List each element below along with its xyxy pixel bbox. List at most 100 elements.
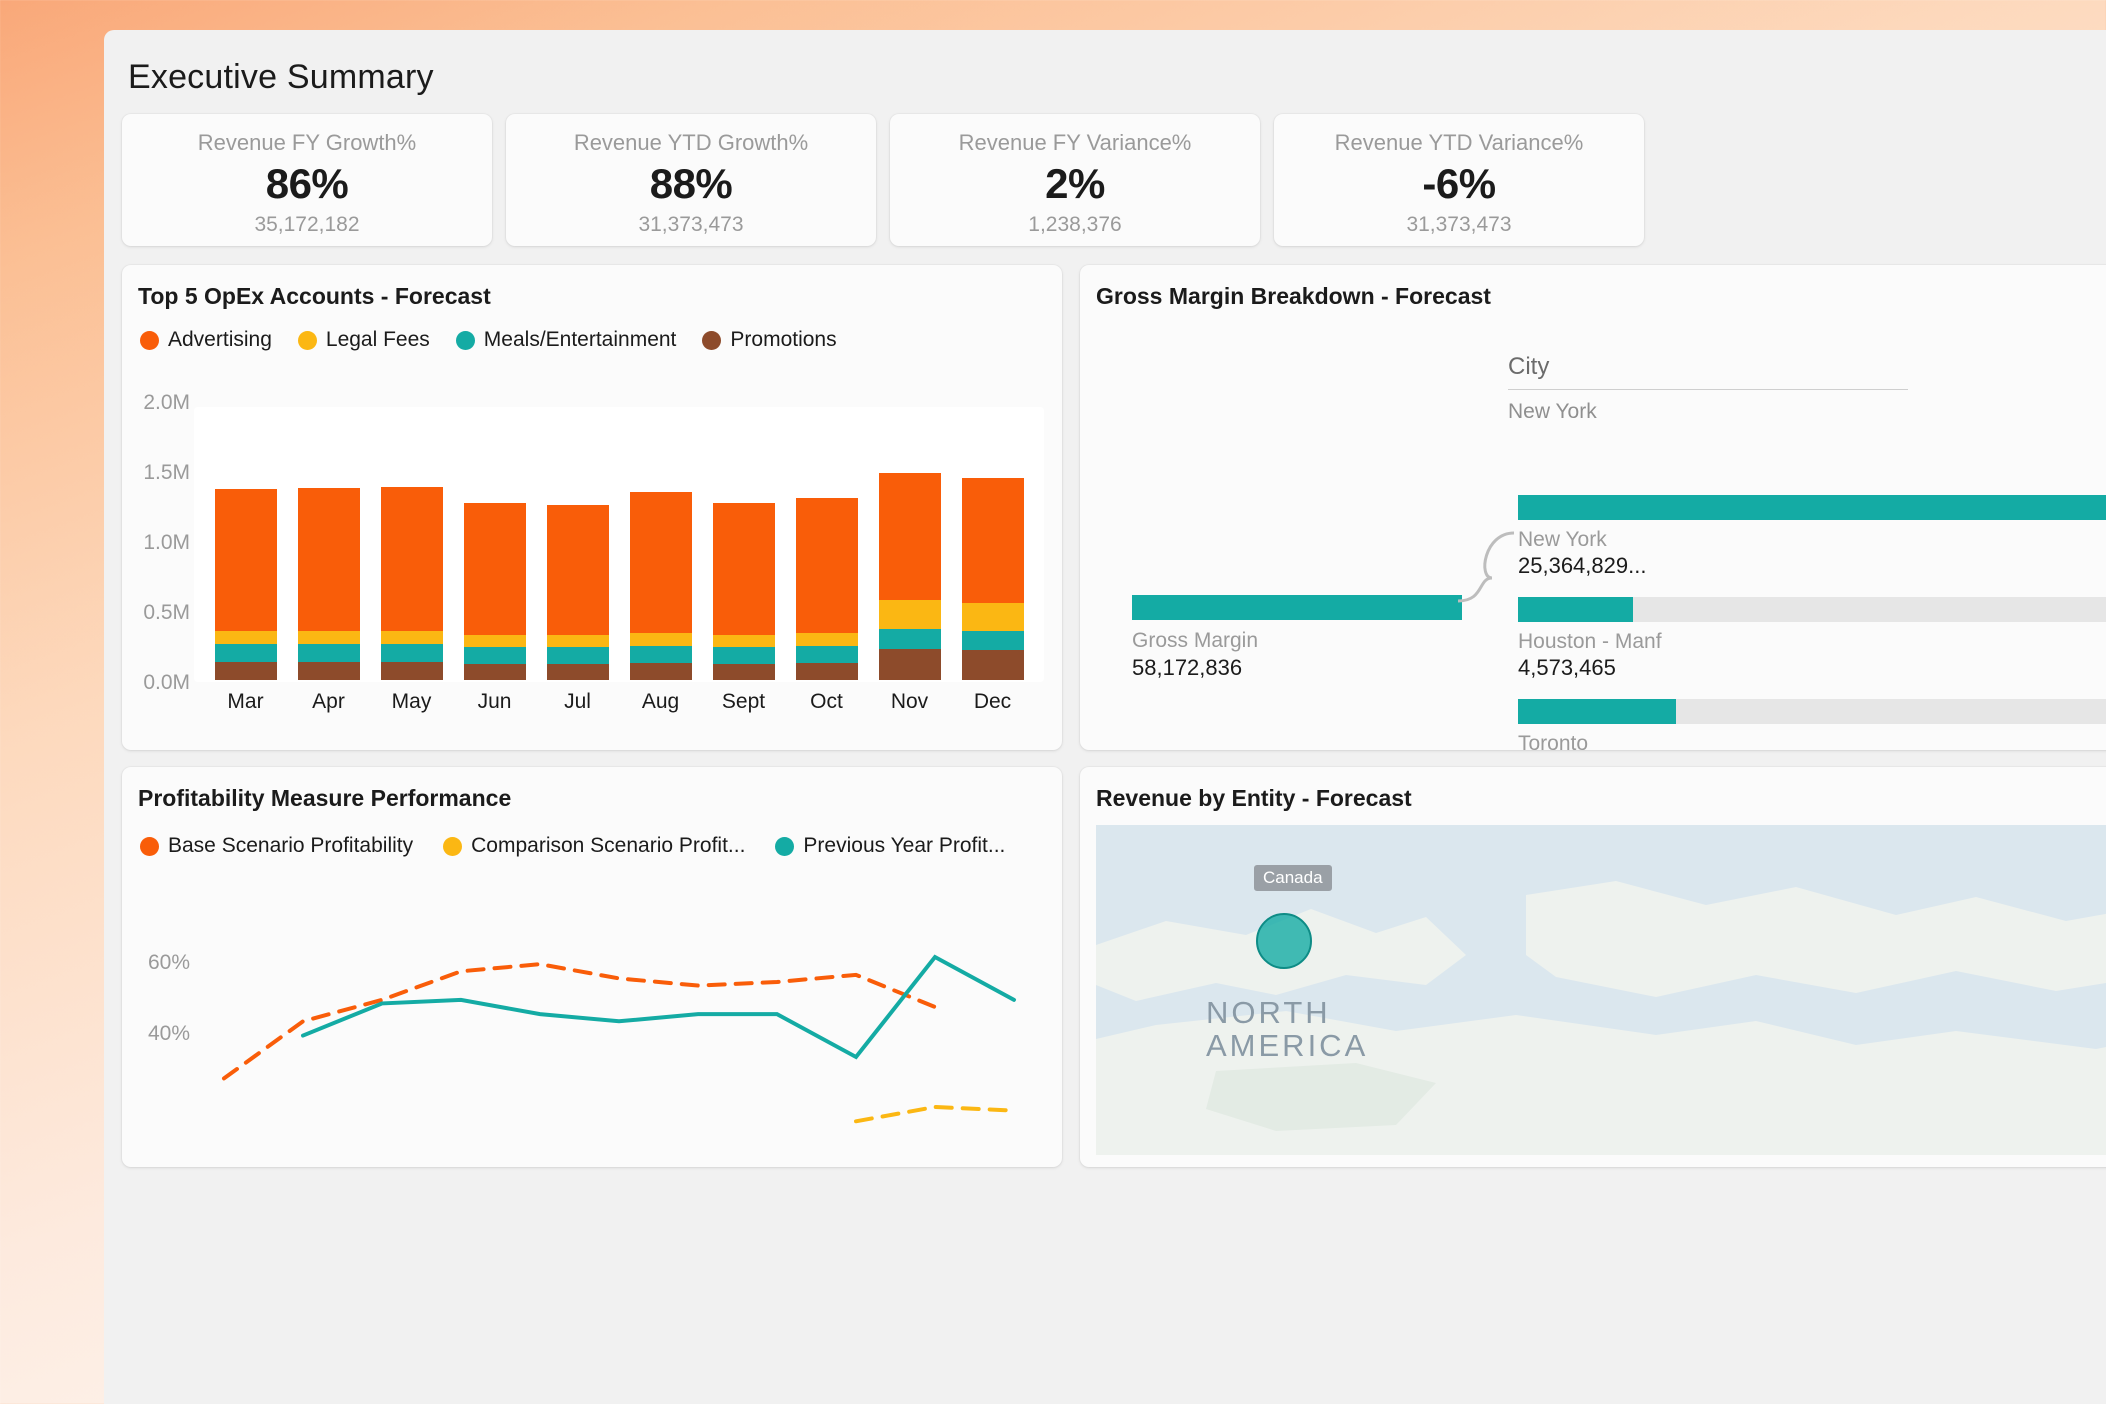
legend-item-promotions[interactable]: Promotions	[702, 328, 837, 352]
legend-label: Previous Year Profit...	[803, 834, 1006, 857]
bar-segment[interactable]	[546, 505, 609, 635]
bar-segment[interactable]	[463, 663, 526, 680]
bar-segment[interactable]	[463, 503, 526, 635]
profitability-series-line[interactable]	[301, 954, 1016, 1060]
panel-gross-margin-breakdown: Gross Margin Breakdown - Forecast City N…	[1080, 265, 2106, 750]
bar-segment[interactable]	[878, 629, 941, 649]
y-axis-tick: 2.0M	[143, 391, 190, 414]
bar-column[interactable]	[785, 410, 868, 680]
legend-swatch-icon	[702, 330, 722, 350]
bar-segment[interactable]	[795, 497, 858, 633]
bar-segment[interactable]	[380, 486, 443, 631]
legend-item-comparison-scenario-profitability[interactable]: Comparison Scenario Profit...	[443, 834, 745, 858]
gross-margin-row-fill	[1518, 495, 2106, 520]
bar-segment[interactable]	[961, 630, 1024, 650]
gross-margin-row[interactable]: New York 25,364,829...	[1518, 495, 2106, 579]
bar-segment[interactable]	[961, 603, 1024, 631]
legend-label: Base Scenario Profitability	[168, 834, 414, 857]
bar-segment[interactable]	[878, 473, 941, 601]
gross-margin-row[interactable]: Toronto6,276,273	[1518, 699, 2106, 750]
kpi-label: Revenue YTD Growth%	[573, 130, 809, 155]
legend-item-advertising[interactable]: Advertising	[140, 328, 272, 352]
bar-segment[interactable]	[629, 632, 692, 646]
legend-item-meals-entertainment[interactable]: Meals/Entertainment	[455, 328, 677, 352]
bar-segment[interactable]	[629, 492, 692, 633]
kpi-card-revenue-fy-growth[interactable]: Revenue FY Growth% 86% 35,172,182	[122, 114, 492, 246]
x-axis-tick: Apr	[312, 690, 345, 713]
bar-column[interactable]	[287, 410, 370, 680]
bar-segment[interactable]	[961, 649, 1024, 680]
kpi-label: Revenue YTD Variance%	[1334, 130, 1584, 155]
bar-segment[interactable]	[546, 663, 609, 680]
bar-stack	[961, 478, 1024, 680]
kpi-card-revenue-fy-variance[interactable]: Revenue FY Variance% 2% 1,238,376	[890, 114, 1260, 246]
map-continent-line1: NORTH	[1206, 995, 1331, 1030]
bar-segment[interactable]	[546, 646, 609, 664]
bar-segment[interactable]	[214, 662, 277, 680]
bar-column[interactable]	[619, 410, 702, 680]
bar-column[interactable]	[951, 410, 1034, 680]
bar-stack	[214, 489, 277, 680]
bar-segment[interactable]	[712, 503, 775, 635]
bar-segment[interactable]	[380, 662, 443, 680]
bar-column[interactable]	[702, 410, 785, 680]
gross-margin-row-name: New York	[1518, 528, 1607, 551]
gross-margin-total-label: Gross Margin	[1132, 629, 1259, 652]
legend-item-base-scenario-profitability[interactable]: Base Scenario Profitability	[140, 834, 413, 858]
legend-label: Meals/Entertainment	[483, 328, 677, 351]
legend-item-previous-year-profitability[interactable]: Previous Year Profit...	[775, 834, 1005, 858]
bar-stack	[463, 503, 526, 680]
bar-column[interactable]	[370, 410, 453, 680]
gross-margin-total[interactable]: Gross Margin 58,172,836	[1132, 595, 1462, 681]
legend-swatch-icon	[140, 330, 159, 350]
bar-segment[interactable]	[380, 644, 443, 663]
bar-segment[interactable]	[463, 634, 526, 647]
bar-stack	[380, 486, 443, 680]
bar-column[interactable]	[204, 410, 287, 680]
y-axis-tick: 1.5M	[143, 461, 190, 484]
page-title: Executive Summary	[128, 58, 434, 96]
bar-segment[interactable]	[297, 644, 360, 663]
bar-segment[interactable]	[214, 644, 277, 663]
bar-column[interactable]	[453, 410, 536, 680]
x-axis-tick: May	[391, 690, 432, 713]
bar-column[interactable]	[536, 410, 619, 680]
bar-segment[interactable]	[795, 663, 858, 680]
bar-stack	[795, 497, 858, 680]
legend-item-legal-fees[interactable]: Legal Fees	[297, 328, 430, 352]
bar-segment[interactable]	[961, 478, 1024, 604]
map-canvas[interactable]: Canada NORTH AMERICA	[1096, 825, 2106, 1155]
bar-segment[interactable]	[795, 632, 858, 646]
kpi-card-revenue-ytd-growth[interactable]: Revenue YTD Growth% 88% 31,373,473	[506, 114, 876, 246]
gross-margin-row-value: 25,364,829...	[1518, 553, 1647, 578]
bar-segment[interactable]	[214, 631, 277, 645]
panel-title: Gross Margin Breakdown - Forecast	[1096, 283, 1491, 309]
kpi-value: 88%	[649, 160, 733, 207]
bar-segment[interactable]	[629, 645, 692, 664]
bar-segment[interactable]	[712, 646, 775, 664]
bar-segment[interactable]	[629, 663, 692, 680]
bar-segment[interactable]	[546, 634, 609, 647]
bar-segment[interactable]	[297, 662, 360, 680]
bar-segment[interactable]	[297, 630, 360, 645]
legend-swatch-icon	[443, 836, 463, 856]
gross-margin-row-fill	[1518, 699, 1677, 724]
kpi-card-revenue-ytd-variance[interactable]: Revenue YTD Variance% -6% 31,373,473	[1274, 114, 1644, 246]
opex-x-axis: Mar Apr May Jun Jul Aug Sept Oct Nov Dec	[204, 690, 1034, 714]
profitability-series-line[interactable]	[222, 962, 937, 1081]
bar-column[interactable]	[868, 410, 951, 680]
bar-segment[interactable]	[297, 487, 360, 631]
city-selected-value[interactable]: New York	[1508, 390, 1758, 424]
bar-segment[interactable]	[712, 663, 775, 680]
bar-segment[interactable]	[878, 648, 941, 680]
bar-segment[interactable]	[795, 645, 858, 664]
bar-segment[interactable]	[214, 489, 277, 632]
bar-segment[interactable]	[712, 634, 775, 647]
kpi-label: Revenue FY Growth%	[197, 130, 417, 155]
bar-segment[interactable]	[380, 630, 443, 645]
map-bubble-marker[interactable]	[1256, 913, 1312, 969]
profitability-series-line[interactable]	[854, 1104, 1016, 1124]
bar-segment[interactable]	[463, 646, 526, 664]
bar-segment[interactable]	[878, 600, 941, 630]
gross-margin-row[interactable]: Houston - Manf 4,573,465	[1518, 597, 2106, 681]
